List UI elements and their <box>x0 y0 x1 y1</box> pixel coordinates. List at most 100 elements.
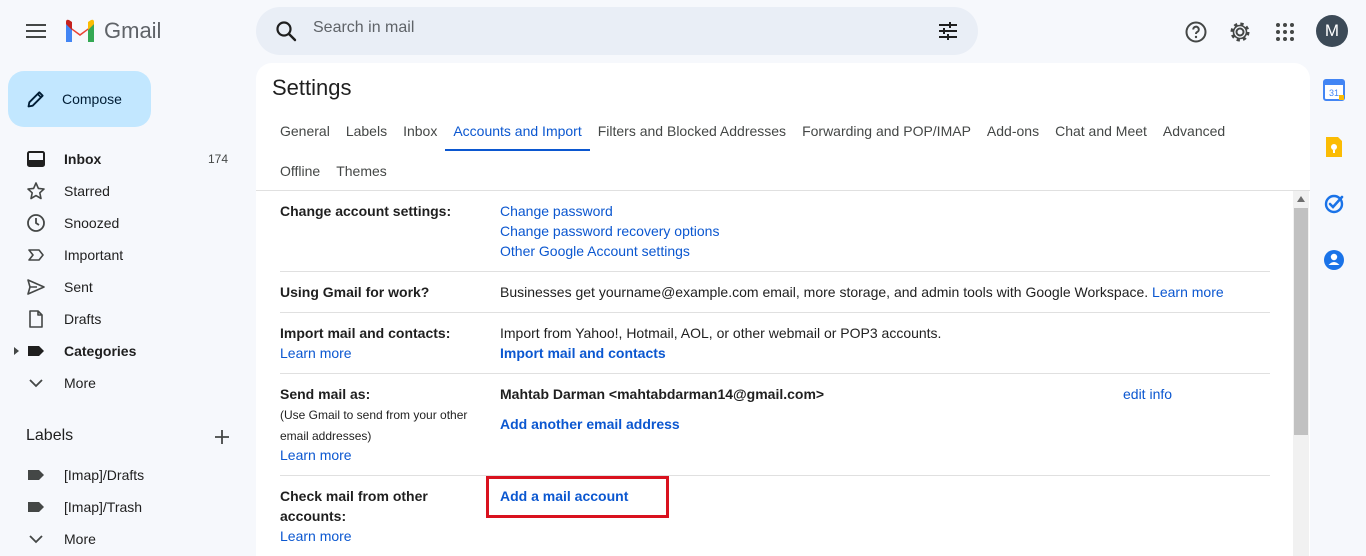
compose-button[interactable]: Compose <box>8 71 151 127</box>
send-as-address: Mahtab Darman <mahtabdarman14@gmail.com> <box>500 386 825 402</box>
clock-icon <box>26 213 46 233</box>
sidebar-item-drafts[interactable]: Drafts <box>0 303 256 335</box>
tab-themes[interactable]: Themes <box>328 159 395 191</box>
unread-count: 174 <box>207 152 228 166</box>
contacts-icon[interactable] <box>1322 248 1346 272</box>
label-icon <box>26 497 46 517</box>
settings-row-gmail-work: Using Gmail for work? Businesses get you… <box>280 272 1270 313</box>
scrollbar-thumb[interactable] <box>1294 208 1308 435</box>
import-mail-contacts-link[interactable]: Import mail and contacts <box>500 345 666 361</box>
gear-icon[interactable] <box>1228 20 1252 44</box>
google-account-settings-link[interactable]: Other Google Account settings <box>500 243 690 259</box>
add-label-icon[interactable] <box>212 427 232 447</box>
sidebar-item-label: More <box>64 375 96 391</box>
tab-forwarding[interactable]: Forwarding and POP/IMAP <box>794 119 979 151</box>
label-item-label: [Imap]/Trash <box>64 499 143 515</box>
label-item-more[interactable]: More <box>0 523 256 555</box>
settings-row-send-as: Send mail as: (Use Gmail to send from yo… <box>280 374 1270 476</box>
check-mail-learn-more-link[interactable]: Learn more <box>280 528 352 544</box>
settings-row-change-account: Change account settings: Change password… <box>280 191 1270 272</box>
tab-offline[interactable]: Offline <box>272 159 328 191</box>
chevron-down-icon <box>26 373 46 393</box>
main-menu-button[interactable] <box>24 20 48 44</box>
change-password-link[interactable]: Change password <box>500 203 613 219</box>
tab-filters[interactable]: Filters and Blocked Addresses <box>590 119 794 151</box>
tab-advanced[interactable]: Advanced <box>1155 119 1233 151</box>
tab-add-ons[interactable]: Add-ons <box>979 119 1047 151</box>
labels-heading: Labels <box>26 427 74 444</box>
tab-accounts-and-import[interactable]: Accounts and Import <box>445 119 591 151</box>
gmail-logo[interactable]: Gmail <box>64 18 161 44</box>
label-item-label: More <box>64 531 96 547</box>
tab-chat-and-meet[interactable]: Chat and Meet <box>1047 119 1155 151</box>
settings-row-import: Import mail and contacts: Learn more Imp… <box>280 313 1270 374</box>
import-text: Import from Yahoo!, Hotmail, AOL, or oth… <box>500 325 942 341</box>
sidebar-item-label: Drafts <box>64 311 102 327</box>
keep-icon[interactable] <box>1322 135 1346 159</box>
help-icon[interactable] <box>1184 20 1208 44</box>
sidebar-item-categories[interactable]: Categories <box>0 335 256 367</box>
tab-labels[interactable]: Labels <box>338 119 395 151</box>
import-learn-more-link[interactable]: Learn more <box>280 345 352 361</box>
row-label: Import mail and contacts: <box>280 325 451 341</box>
important-icon <box>26 245 46 265</box>
calendar-icon[interactable]: 31 <box>1322 78 1346 102</box>
workspace-text: Businesses get yourname@example.com emai… <box>500 284 1149 300</box>
sidebar-nav: Inbox 174 Starred Snoozed Important Sent… <box>0 143 256 399</box>
search-input[interactable] <box>313 19 873 37</box>
send-icon <box>26 277 46 297</box>
highlight-box <box>486 476 669 518</box>
inbox-icon <box>26 149 46 169</box>
sidebar-item-label: Sent <box>64 279 93 295</box>
label-item-imap-drafts[interactable]: [Imap]/Drafts <box>0 459 256 491</box>
expand-caret-icon[interactable] <box>14 347 19 355</box>
account-avatar[interactable]: M <box>1316 15 1348 47</box>
compose-label: Compose <box>62 91 122 107</box>
settings-tabs-row-2: Offline Themes <box>272 159 395 191</box>
workspace-learn-more-link[interactable]: Learn more <box>1152 284 1224 300</box>
scroll-up-arrow-icon[interactable] <box>1297 196 1305 202</box>
label-icon <box>26 465 46 485</box>
tasks-icon[interactable] <box>1322 192 1346 216</box>
draft-icon <box>26 309 46 329</box>
row-label: Send mail as: <box>280 386 371 402</box>
tab-inbox[interactable]: Inbox <box>395 119 445 151</box>
settings-row-check-mail: Check mail from other accounts: Learn mo… <box>280 476 1270 556</box>
app-name: Gmail <box>104 18 162 43</box>
sidebar-item-more[interactable]: More <box>0 367 256 399</box>
change-recovery-link[interactable]: Change password recovery options <box>500 223 719 239</box>
star-icon <box>26 181 46 201</box>
tab-general[interactable]: General <box>272 119 338 151</box>
sidebar-item-label: Categories <box>64 343 137 359</box>
label-item-imap-trash[interactable]: [Imap]/Trash <box>0 491 256 523</box>
sidebar-item-label: Starred <box>64 183 110 199</box>
sidebar-item-important[interactable]: Important <box>0 239 256 271</box>
label-icon <box>26 341 46 361</box>
sidebar-item-sent[interactable]: Sent <box>0 271 256 303</box>
sidebar-item-inbox[interactable]: Inbox 174 <box>0 143 256 175</box>
sidebar-item-starred[interactable]: Starred <box>0 175 256 207</box>
add-email-address-link[interactable]: Add another email address <box>500 416 680 432</box>
sidebar-item-label: Snoozed <box>64 215 120 231</box>
search-bar[interactable] <box>256 7 978 55</box>
settings-tabs-row-1: General Labels Inbox Accounts and Import… <box>272 119 1233 151</box>
gmail-m-icon <box>66 19 94 42</box>
send-as-learn-more-link[interactable]: Learn more <box>280 447 352 463</box>
row-label: Using Gmail for work? <box>280 284 430 300</box>
row-label: Change account settings: <box>280 203 452 219</box>
row-label-2: accounts: <box>280 508 347 524</box>
labels-list: [Imap]/Drafts [Imap]/Trash More <box>0 459 256 555</box>
send-as-description-2: email addresses) <box>280 429 372 443</box>
pencil-icon <box>27 91 44 108</box>
label-item-label: [Imap]/Drafts <box>64 467 145 483</box>
page-title: Settings <box>272 75 352 100</box>
send-as-description: (Use Gmail to send from your other <box>280 408 468 422</box>
svg-text:31: 31 <box>1329 88 1339 98</box>
edit-info-link[interactable]: edit info <box>1123 386 1172 402</box>
chevron-down-icon <box>26 529 46 549</box>
search-icon[interactable] <box>274 19 298 43</box>
sidebar-item-snoozed[interactable]: Snoozed <box>0 207 256 239</box>
google-apps-icon[interactable] <box>1273 20 1297 44</box>
settings-panel: Settings General Labels Inbox Accounts a… <box>256 63 1310 556</box>
search-options-icon[interactable] <box>936 19 960 43</box>
